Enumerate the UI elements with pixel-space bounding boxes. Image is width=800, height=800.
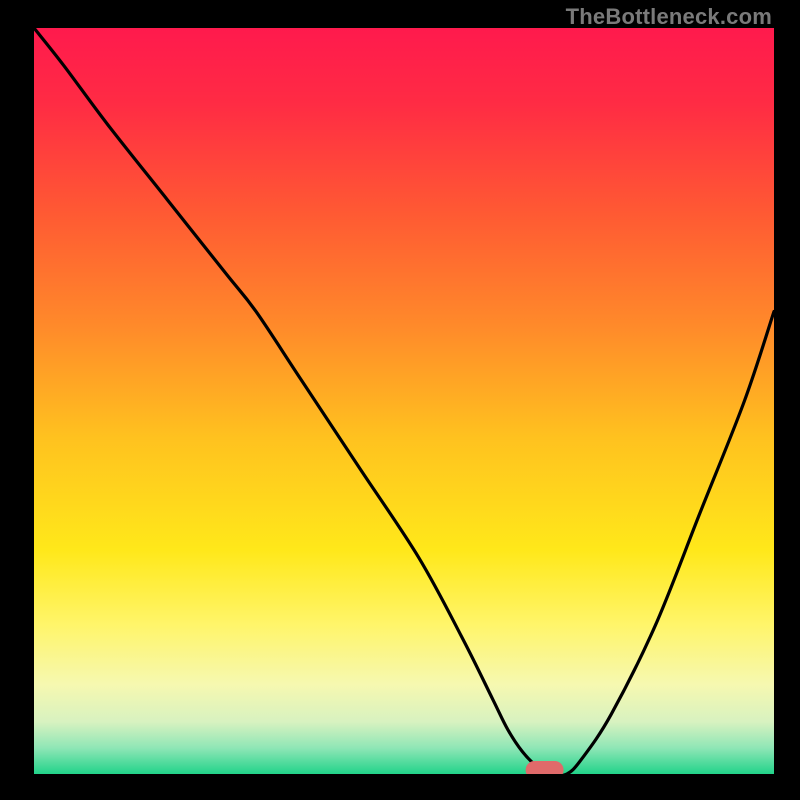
chart-frame: TheBottleneck.com bbox=[0, 0, 800, 800]
plot-area bbox=[34, 28, 774, 774]
bottleneck-chart bbox=[34, 28, 774, 774]
optimal-marker bbox=[526, 761, 564, 774]
gradient-background bbox=[34, 28, 774, 774]
watermark-text: TheBottleneck.com bbox=[566, 4, 772, 30]
